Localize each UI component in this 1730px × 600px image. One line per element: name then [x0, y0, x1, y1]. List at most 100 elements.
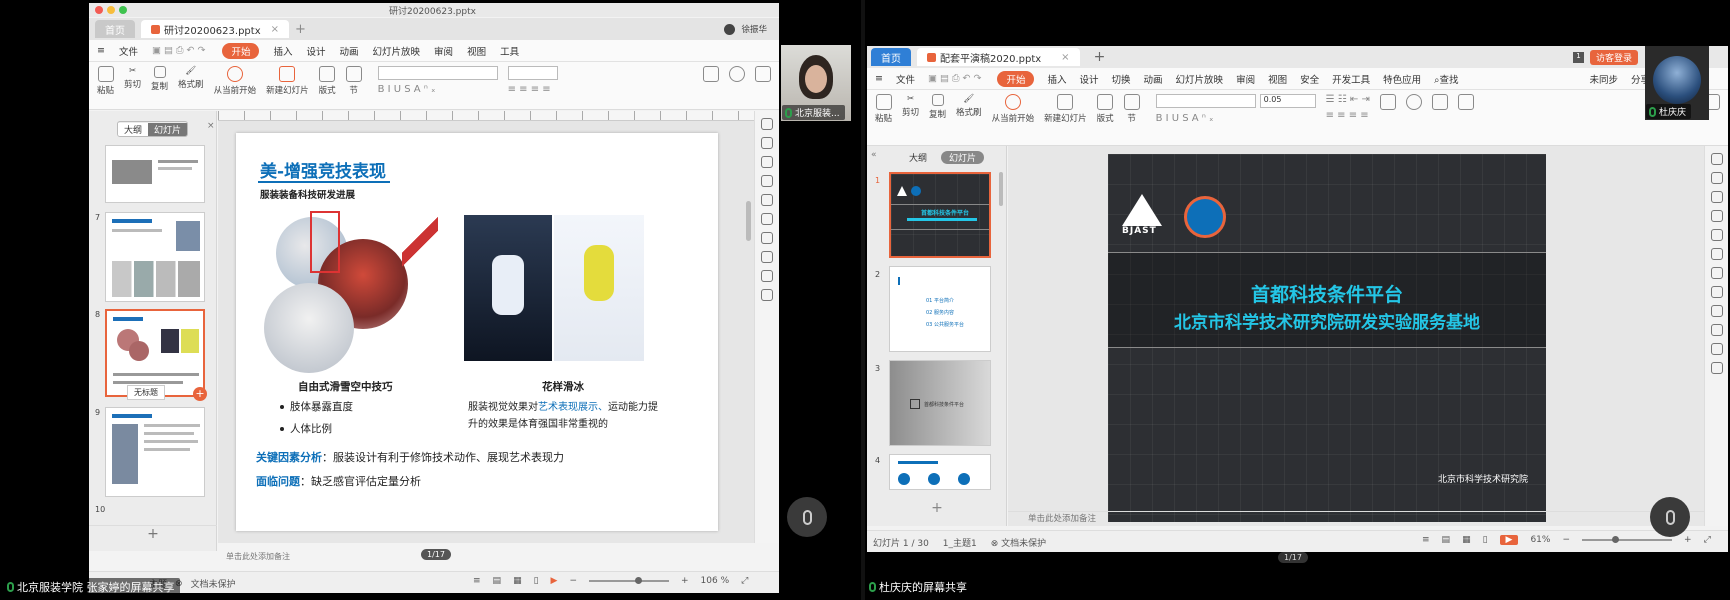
tab-home[interactable]: 首页 — [95, 20, 135, 38]
menu-slideshow[interactable]: 幻灯片放映 — [1176, 72, 1224, 86]
menu-review[interactable]: 审阅 — [434, 44, 453, 58]
slide-thumbnail[interactable] — [105, 145, 205, 203]
play-from-current-button[interactable]: 从当前开始 — [214, 66, 256, 96]
layout-button[interactable]: 版式 — [319, 66, 336, 96]
menu-tools[interactable]: 工具 — [500, 44, 519, 58]
sorter-view-icon[interactable]: ▦ — [1462, 535, 1471, 545]
tool-icon[interactable] — [761, 137, 773, 149]
reading-view-icon[interactable]: ▯ — [1483, 535, 1488, 545]
section-button[interactable]: 节 — [345, 66, 362, 96]
tool-icon[interactable] — [761, 270, 773, 282]
format-painter-button[interactable]: 🖌 格式刷 — [178, 66, 204, 90]
new-tab-icon[interactable]: + — [295, 22, 306, 37]
tool-icon[interactable] — [1710, 153, 1723, 165]
slideshow-icon[interactable]: ▶ — [551, 576, 558, 586]
menu-search[interactable]: ⌕查找 — [1434, 72, 1458, 86]
tool-icon[interactable] — [1710, 362, 1723, 374]
font-size-select[interactable] — [507, 66, 558, 80]
cut-button[interactable]: ✂ 剪切 — [124, 66, 141, 90]
tool-icon[interactable] — [1710, 248, 1723, 260]
menu-animation[interactable]: 动画 — [340, 44, 359, 58]
hamburger-icon[interactable]: ≡ — [97, 45, 105, 56]
slideshow-icon[interactable]: ▶ — [1499, 535, 1519, 545]
add-slide-inline-icon[interactable]: + — [193, 387, 207, 401]
new-tab-icon[interactable]: + — [1094, 49, 1106, 65]
tab-document[interactable]: 配套平演稿2020.pptx × — [917, 48, 1080, 66]
picture-button[interactable] — [755, 66, 771, 82]
slide-thumbnail[interactable] — [105, 212, 205, 302]
tool-icon[interactable] — [1710, 267, 1723, 279]
menu-developer[interactable]: 开发工具 — [1332, 72, 1370, 86]
tool-icon[interactable] — [1710, 229, 1723, 241]
reading-view-icon[interactable]: ▯ — [534, 576, 539, 586]
menu-design[interactable]: 设计 — [1080, 72, 1099, 86]
normal-view-icon[interactable]: ▤ — [1442, 535, 1451, 545]
hamburger-icon[interactable]: ≡ — [875, 73, 883, 84]
mac-zoom-icon[interactable] — [119, 6, 127, 14]
font-style-buttons[interactable]: B I U S A ⁿ ₓ — [378, 84, 498, 95]
window-badge-icon[interactable]: 1 — [1572, 51, 1584, 63]
collapse-panel-icon[interactable]: « — [871, 150, 877, 160]
tool-icon[interactable] — [1710, 324, 1723, 336]
tool-icon[interactable] — [1710, 286, 1723, 298]
zoom-level[interactable]: 106 % — [701, 576, 730, 586]
outline-tab[interactable]: 大纲 — [118, 122, 149, 136]
left-notes-area[interactable]: 单击此处添加备注 — [218, 551, 754, 565]
mac-close-icon[interactable] — [95, 6, 103, 14]
left-mute-button[interactable] — [787, 497, 827, 537]
add-slide-button[interactable]: + — [867, 500, 1007, 516]
slide-thumbnail-selected[interactable]: 首都科技条件平台 — [889, 172, 991, 258]
sorter-view-icon[interactable]: ▦ — [513, 576, 522, 586]
right-mute-button[interactable] — [1650, 497, 1690, 537]
menu-start[interactable]: 开始 — [222, 42, 260, 59]
notes-toggle-icon[interactable]: ≡ — [473, 576, 481, 586]
thumbnail-scrollbar[interactable] — [999, 172, 1003, 206]
menu-insert[interactable]: 插入 — [1047, 72, 1066, 86]
zoom-out-icon[interactable]: − — [1562, 535, 1570, 545]
zoom-slider[interactable] — [1582, 536, 1673, 543]
menu-insert[interactable]: 插入 — [273, 44, 292, 58]
current-slide[interactable]: BJAST 首都科技条件平台 北京市科学技术研究院研发实验服务基地 北京市科学技… — [1108, 154, 1546, 522]
menu-view[interactable]: 视图 — [1268, 72, 1287, 86]
menu-start[interactable]: 开始 — [997, 70, 1035, 87]
notes-toggle-icon[interactable]: ≡ — [1422, 535, 1430, 545]
menu-features[interactable]: 特色应用 — [1383, 72, 1421, 86]
tool-icon[interactable] — [1710, 305, 1723, 317]
paste-button[interactable]: 粘贴 — [875, 94, 892, 124]
add-slide-button[interactable]: + — [89, 525, 217, 543]
layout-button[interactable]: 版式 — [1097, 94, 1114, 124]
zoom-slider[interactable] — [589, 577, 669, 584]
slide-thumbnail[interactable]: 首都科技条件平台 — [889, 360, 991, 446]
tool-icon[interactable] — [761, 194, 773, 206]
mac-minimize-icon[interactable] — [107, 6, 115, 14]
font-name-select[interactable] — [377, 66, 498, 80]
user-avatar[interactable] — [724, 23, 736, 35]
menu-security[interactable]: 安全 — [1300, 72, 1319, 86]
cut-button[interactable]: ✂ 剪切 — [902, 94, 919, 118]
menu-animation[interactable]: 动画 — [1144, 72, 1163, 86]
current-slide[interactable]: 美-增强竞技表现 服装装备科技研发进展 自由式滑雪空中技巧 花样滑冰 肢体暴露直… — [236, 133, 718, 531]
menu-view[interactable]: 视图 — [467, 44, 486, 58]
list-buttons[interactable]: ☰ ☷ ⇤ ⇥ — [1326, 94, 1370, 105]
tool-icon[interactable] — [761, 175, 773, 187]
sync-status[interactable]: 未同步 — [1589, 72, 1618, 86]
font-style-buttons[interactable]: B I U S A ⁿ ₓ — [1156, 113, 1316, 124]
copy-button[interactable]: 复制 — [929, 94, 946, 120]
tool-icon[interactable] — [761, 251, 773, 263]
right-notes-area[interactable]: 单击此处添加备注 — [1008, 511, 1704, 525]
new-slide-button[interactable]: 新建幻灯片 — [1044, 94, 1087, 124]
paragraph-buttons[interactable]: ≡ ≡ ≡ ≡ — [508, 84, 558, 95]
tool-icon[interactable] — [1710, 172, 1723, 184]
tool-icon[interactable] — [1710, 343, 1723, 355]
zoom-in-icon[interactable]: + — [681, 576, 689, 586]
fit-window-icon[interactable]: ⤢ — [1704, 535, 1711, 545]
play-from-current-button[interactable]: 从当前开始 — [992, 94, 1034, 124]
vertical-scrollbar[interactable] — [746, 201, 751, 241]
tool-icon[interactable] — [1710, 210, 1723, 222]
panel-close-icon[interactable]: × — [207, 121, 215, 131]
new-slide-button[interactable]: 新建幻灯片 — [266, 66, 309, 96]
slides-tab[interactable]: 幻灯片 — [148, 122, 188, 136]
menu-file[interactable]: 文件 — [896, 72, 915, 86]
tool-icon[interactable] — [761, 118, 773, 130]
tool-icon[interactable] — [761, 232, 773, 244]
